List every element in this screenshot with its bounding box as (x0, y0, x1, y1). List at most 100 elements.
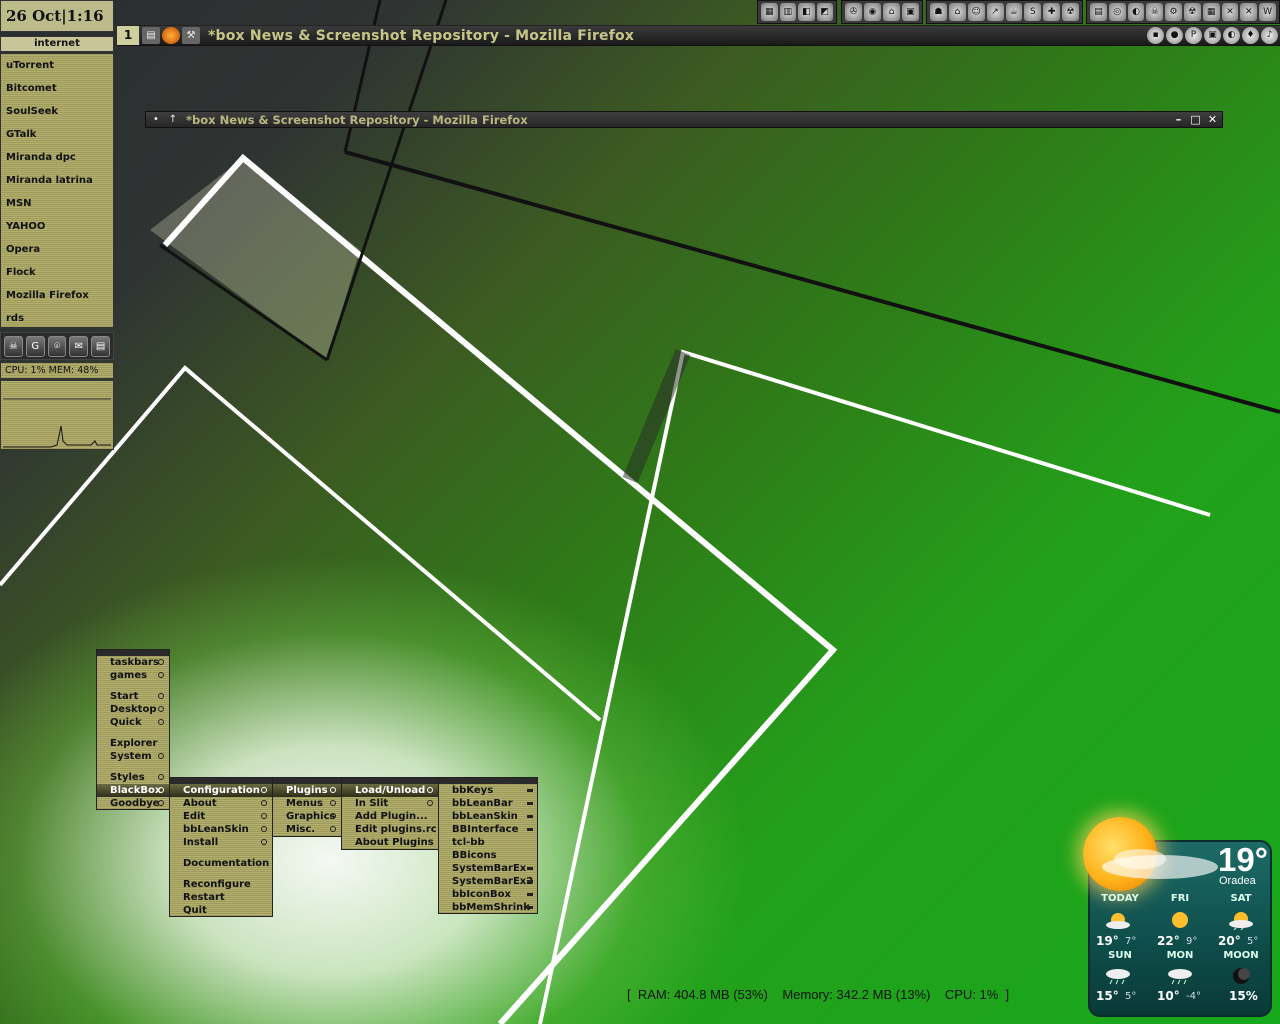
menu-item-rds[interactable]: rds (1, 307, 113, 330)
menu-item-about[interactable]: About (170, 797, 272, 810)
menu-item-install[interactable]: Install (170, 836, 272, 849)
menu-item-gtalk[interactable]: GTalk (1, 123, 113, 146)
menu-item-goodbye[interactable]: Goodbye (97, 797, 169, 810)
window-menu-icon[interactable]: • (149, 113, 163, 127)
menu-item-yahoo[interactable]: YAHOO (1, 215, 113, 238)
plugin-tcl-bb[interactable]: tcl-bb (439, 836, 537, 849)
workspace-indicator[interactable]: 1 (117, 26, 140, 45)
tool-icon[interactable]: ⚒ (182, 27, 200, 44)
menu-item-styles[interactable]: Styles (97, 771, 169, 784)
tray-icon[interactable]: ✇ (845, 3, 862, 21)
tray-icon[interactable]: ☢ (1183, 3, 1201, 21)
menu-item-firefox[interactable]: Mozilla Firefox (1, 284, 113, 307)
plugin-bbkeys[interactable]: bbKeys (439, 784, 537, 797)
tray-icon[interactable]: ◩ (816, 3, 833, 21)
shield-icon[interactable]: ♦ (1242, 27, 1259, 44)
menu-item-bbleanskin[interactable]: bbLeanSkin (170, 823, 272, 836)
headset-icon[interactable]: ◐ (1223, 27, 1240, 44)
tray-icon[interactable]: ▣ (902, 3, 919, 21)
ball-icon[interactable]: ● (1166, 27, 1183, 44)
tray-icon[interactable]: S (1024, 3, 1042, 21)
menu-item-edit-plugins-rc[interactable]: Edit plugins.rc (342, 823, 438, 836)
tray-icon[interactable]: ▥ (779, 3, 796, 21)
tray-icon[interactable]: ✕ (1240, 3, 1258, 21)
tray-icon[interactable]: ▦ (1202, 3, 1220, 21)
tray-icon[interactable]: ☺ (967, 3, 985, 21)
tray-icon[interactable]: ⚙ (1165, 3, 1182, 21)
menu-item-in-slit[interactable]: In Slit (342, 797, 438, 810)
menu-item-quick[interactable]: Quick (97, 716, 169, 729)
clock[interactable]: 26 Oct|1:16 (0, 0, 114, 32)
app-icon[interactable]: G (25, 336, 45, 357)
p-icon[interactable]: P (1185, 27, 1202, 44)
plugin-bbleanbar[interactable]: bbLeanBar (439, 797, 537, 810)
screen-icon[interactable]: ▣ (1204, 27, 1221, 44)
app-icon[interactable]: ▤ (91, 336, 110, 357)
menu-item-about-plugins[interactable]: About Plugins (342, 836, 438, 849)
menu-item-misc[interactable]: Misc. (273, 823, 341, 836)
menu-item-bitcomet[interactable]: Bitcomet (1, 77, 113, 100)
menu-item-flock[interactable]: Flock (1, 261, 113, 284)
plugin-bbiconbox[interactable]: bbIconBox (439, 888, 537, 901)
menu-item-start[interactable]: Start (97, 690, 169, 703)
tray-icon[interactable]: ⌂ (948, 3, 966, 21)
tray-icon[interactable]: ☢ (1062, 3, 1079, 21)
menu-item-configuration[interactable]: Configuration (170, 784, 272, 797)
menu-item-miranda-latrina[interactable]: Miranda latrina (1, 169, 113, 192)
pin-icon[interactable]: ↑ (166, 113, 180, 127)
menu-item-games[interactable]: games (97, 669, 169, 682)
menu-item-quit[interactable]: Quit (170, 904, 272, 917)
tray-icon[interactable]: ◧ (798, 3, 815, 21)
window-titlebar[interactable]: • ↑ *box News & Screenshot Repository - … (145, 111, 1223, 128)
menu-item-graphics[interactable]: Graphics (273, 810, 341, 823)
menu-item-system[interactable]: System (97, 750, 169, 763)
tray-icon[interactable]: ▤ (1090, 3, 1107, 21)
tray-icon[interactable]: ☗ (930, 3, 947, 21)
plugin-systembarex2[interactable]: SystemBarEx2 (439, 875, 537, 888)
app-icon[interactable]: ☠ (4, 336, 23, 357)
menu-item-menus[interactable]: Menus (273, 797, 341, 810)
taskbar-window-title[interactable]: *box News & Screenshot Repository - Mozi… (208, 28, 634, 44)
menu-item-edit[interactable]: Edit (170, 810, 272, 823)
menu-item-restart[interactable]: Restart (170, 891, 272, 904)
tray-icon[interactable]: W (1259, 3, 1276, 21)
plugin-bbicons[interactable]: BBicons (439, 849, 537, 862)
menu-item-explorer[interactable]: Explorer (97, 737, 169, 750)
menu-item-msn[interactable]: MSN (1, 192, 113, 215)
menu-item-taskbars[interactable]: taskbars (97, 656, 169, 669)
menu-item-opera[interactable]: Opera (1, 238, 113, 261)
network-icon[interactable]: ▪ (1147, 27, 1164, 44)
menu-item-load-unload[interactable]: Load/Unload (342, 784, 438, 797)
plugin-bbinterface[interactable]: BBInterface (439, 823, 537, 836)
tray-icon[interactable]: ◐ (1127, 3, 1145, 21)
tray-icon[interactable]: ☠ (1146, 3, 1164, 21)
menu-item-documentation[interactable]: Documentation (170, 857, 272, 870)
menu-item-miranda-dpc[interactable]: Miranda dpc (1, 146, 113, 169)
app-icon[interactable]: ⌾ (47, 336, 67, 357)
menu-item-desktop[interactable]: Desktop (97, 703, 169, 716)
menu-item-blackbox[interactable]: BlackBox (97, 784, 169, 797)
plugin-systembarex[interactable]: SystemBarEx (439, 862, 537, 875)
tray-icon[interactable]: ◉ (864, 3, 881, 21)
tray-icon[interactable]: ↗ (986, 3, 1004, 21)
tray-icon[interactable]: ✚ (1043, 3, 1061, 21)
close-button[interactable]: ✕ (1206, 112, 1219, 127)
plugin-bbleanskin[interactable]: bbLeanSkin (439, 810, 537, 823)
menu-item-plugins[interactable]: Plugins (273, 784, 341, 797)
save-icon[interactable]: ▤ (142, 27, 160, 44)
app-icon[interactable]: ✉ (69, 336, 89, 357)
plugin-bbmemshrink[interactable]: bbMemShrink (439, 901, 537, 914)
tray-icon[interactable]: ☕ (1005, 3, 1023, 21)
menu-item-reconfigure[interactable]: Reconfigure (170, 878, 272, 891)
speaker-icon[interactable]: ♪ (1261, 27, 1278, 44)
tray-icon[interactable]: ✕ (1221, 3, 1239, 21)
menu-item-soulseek[interactable]: SoulSeek (1, 100, 113, 123)
tray-icon[interactable]: ◎ (1108, 3, 1126, 21)
maximize-button[interactable]: □ (1189, 112, 1202, 127)
menu-item-add-plugin[interactable]: Add Plugin... (342, 810, 438, 823)
firefox-icon[interactable] (162, 27, 180, 44)
minimize-button[interactable]: – (1172, 112, 1185, 127)
tray-icon[interactable]: ⌂ (883, 3, 900, 21)
tray-icon[interactable]: ▦ (761, 3, 778, 21)
menu-item-utorrent[interactable]: uTorrent (1, 54, 113, 77)
